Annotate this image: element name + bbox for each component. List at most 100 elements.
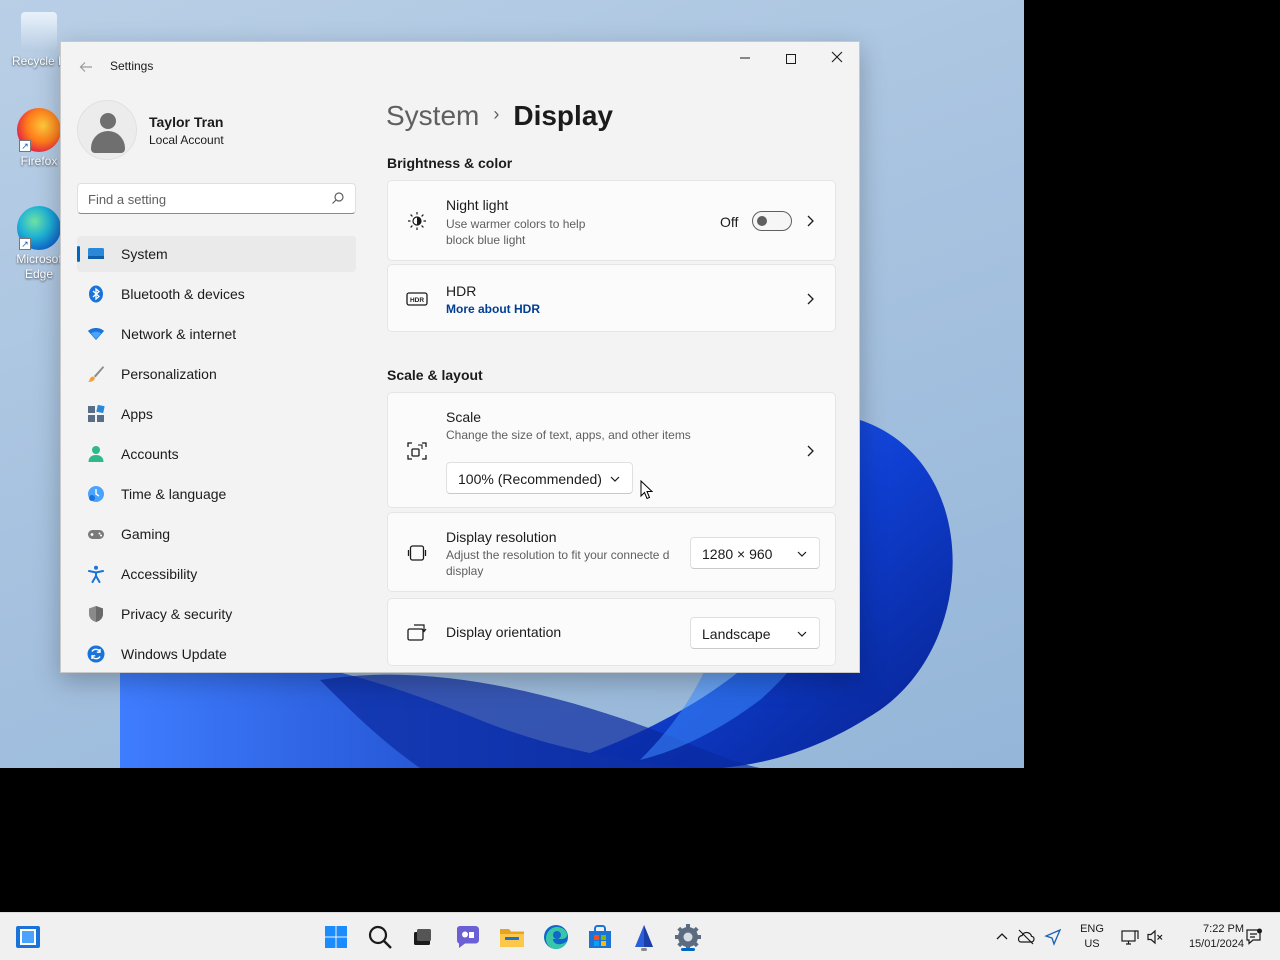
clock[interactable]: 7:22 PM 15/01/2024 bbox=[1170, 922, 1244, 952]
sidebar-item-windows-update[interactable]: Windows Update bbox=[77, 636, 356, 672]
sidebar-item-accounts[interactable]: Accounts bbox=[77, 436, 356, 472]
breadcrumb-separator: › bbox=[493, 104, 500, 124]
display-orientation-card: Display orientation Landscape bbox=[387, 598, 836, 666]
taskbar-store[interactable] bbox=[584, 921, 616, 953]
maximize-button[interactable] bbox=[768, 42, 814, 74]
apps-icon bbox=[88, 405, 105, 422]
shield-icon bbox=[89, 606, 103, 622]
start-button[interactable] bbox=[320, 921, 352, 953]
taskbar-file-explorer[interactable] bbox=[496, 921, 528, 953]
sidebar-item-label: Windows Update bbox=[121, 646, 227, 662]
chevron-down-icon bbox=[797, 631, 807, 637]
resolution-icon bbox=[407, 545, 427, 561]
tray-volume[interactable] bbox=[1145, 927, 1165, 947]
tray-onedrive[interactable] bbox=[1016, 927, 1036, 947]
display-orientation-title: Display orientation bbox=[446, 624, 562, 640]
search-box[interactable] bbox=[77, 183, 356, 214]
windows-start-icon bbox=[325, 926, 347, 948]
search-icon[interactable] bbox=[331, 191, 345, 205]
display-resolution-title: Display resolution bbox=[446, 529, 557, 545]
task-view-button[interactable] bbox=[406, 921, 438, 953]
taskbar-widgets-button[interactable] bbox=[12, 921, 44, 953]
network-icon bbox=[88, 328, 104, 340]
chevron-down-icon bbox=[610, 476, 620, 482]
arrow-left-icon bbox=[79, 62, 92, 72]
scale-icon bbox=[407, 442, 427, 460]
brightness-icon bbox=[408, 212, 426, 230]
shortcut-arrow-icon: ↗ bbox=[19, 238, 31, 250]
sidebar-item-system[interactable]: System bbox=[77, 236, 356, 272]
chevron-up-icon bbox=[996, 933, 1008, 940]
keyboard-layout: US bbox=[1084, 938, 1100, 950]
mouse-cursor-icon bbox=[640, 480, 654, 500]
taskbar-chat-button[interactable] bbox=[452, 921, 484, 953]
night-light-card[interactable]: Night light Use warmer colors to help bl… bbox=[387, 180, 836, 261]
minimize-button[interactable] bbox=[722, 42, 768, 74]
sidebar-item-time-language[interactable]: Time & language bbox=[77, 476, 356, 512]
hdr-card[interactable]: HDR HDR More about HDR bbox=[387, 264, 836, 332]
search-input[interactable] bbox=[88, 190, 318, 208]
sidebar-item-gaming[interactable]: Gaming bbox=[77, 516, 356, 552]
accounts-icon bbox=[88, 446, 104, 462]
tray-network[interactable] bbox=[1120, 927, 1140, 947]
display-orientation-dropdown[interactable]: Landscape bbox=[690, 617, 820, 649]
scale-dropdown[interactable]: 100% (Recommended) bbox=[446, 462, 633, 494]
sidebar-item-label: System bbox=[121, 246, 168, 262]
sidebar-item-label: Apps bbox=[121, 406, 153, 422]
show-hidden-icons-button[interactable] bbox=[992, 927, 1012, 947]
update-icon bbox=[87, 645, 105, 663]
taskbar-app-running[interactable] bbox=[628, 921, 660, 953]
clock-icon bbox=[88, 486, 104, 502]
sidebar-nav: System Bluetooth & devices Network & int… bbox=[77, 236, 356, 672]
notification-center-button[interactable] bbox=[1244, 927, 1264, 947]
more-about-hdr-link[interactable]: More about HDR bbox=[446, 302, 540, 316]
search-icon bbox=[368, 925, 392, 949]
taskbar-settings[interactable] bbox=[672, 921, 704, 953]
running-indicator bbox=[641, 948, 647, 951]
sidebar-item-bluetooth[interactable]: Bluetooth & devices bbox=[77, 276, 356, 312]
hdr-icon: HDR bbox=[406, 292, 428, 306]
taskbar-search-button[interactable] bbox=[364, 921, 396, 953]
scale-dropdown-value: 100% (Recommended) bbox=[458, 471, 602, 487]
sidebar-item-label: Privacy & security bbox=[121, 606, 233, 622]
sidebar-item-personalization[interactable]: Personalization bbox=[77, 356, 356, 392]
account-type: Local Account bbox=[149, 133, 224, 147]
close-button[interactable] bbox=[814, 42, 859, 74]
display-resolution-dropdown[interactable]: 1280 × 960 bbox=[690, 537, 820, 569]
tray-location[interactable] bbox=[1043, 927, 1063, 947]
scale-title: Scale bbox=[446, 409, 482, 425]
orientation-dropdown-value: Landscape bbox=[702, 626, 771, 642]
sidebar-item-label: Accounts bbox=[121, 446, 179, 462]
sidebar-item-label: Accessibility bbox=[121, 566, 198, 582]
gamepad-icon bbox=[88, 530, 104, 539]
sidebar-item-apps[interactable]: Apps bbox=[77, 396, 356, 432]
sidebar-item-label: Time & language bbox=[121, 486, 227, 502]
title-bar[interactable]: Settings bbox=[61, 42, 859, 90]
sidebar-item-accessibility[interactable]: Accessibility bbox=[77, 556, 356, 592]
display-resolution-description: Adjust the resolution to fit your connec… bbox=[446, 548, 670, 578]
night-light-toggle-state: Off bbox=[720, 214, 739, 230]
hdr-title: HDR bbox=[446, 283, 477, 299]
taskbar: ENG US 7:22 PM 15/01/2024 bbox=[0, 912, 1280, 960]
scale-card[interactable]: Scale Change the size of text, apps, and… bbox=[387, 392, 836, 508]
back-button[interactable] bbox=[75, 56, 97, 78]
language-indicator[interactable]: ENG US bbox=[1074, 922, 1110, 952]
notification-icon bbox=[1246, 928, 1262, 945]
minimize-icon bbox=[740, 57, 750, 59]
night-light-description: Use warmer colors to help block blue lig… bbox=[446, 217, 586, 247]
user-name: Taylor Tran bbox=[149, 114, 224, 130]
firefox-icon: ↗ bbox=[17, 108, 61, 152]
location-arrow-icon bbox=[1044, 928, 1062, 946]
night-light-toggle[interactable] bbox=[752, 211, 792, 231]
store-icon bbox=[589, 925, 611, 948]
cloud-offline-icon bbox=[1017, 929, 1035, 945]
taskbar-edge[interactable] bbox=[540, 921, 572, 953]
shortcut-arrow-icon: ↗ bbox=[19, 140, 31, 152]
window-title: Settings bbox=[110, 59, 154, 73]
edge-icon: ↗ bbox=[17, 206, 61, 250]
breadcrumb: System › Display bbox=[386, 100, 613, 132]
breadcrumb-parent[interactable]: System bbox=[386, 100, 479, 131]
sidebar-item-network[interactable]: Network & internet bbox=[77, 316, 356, 352]
sidebar-item-privacy-security[interactable]: Privacy & security bbox=[77, 596, 356, 632]
widgets-icon bbox=[16, 926, 40, 948]
